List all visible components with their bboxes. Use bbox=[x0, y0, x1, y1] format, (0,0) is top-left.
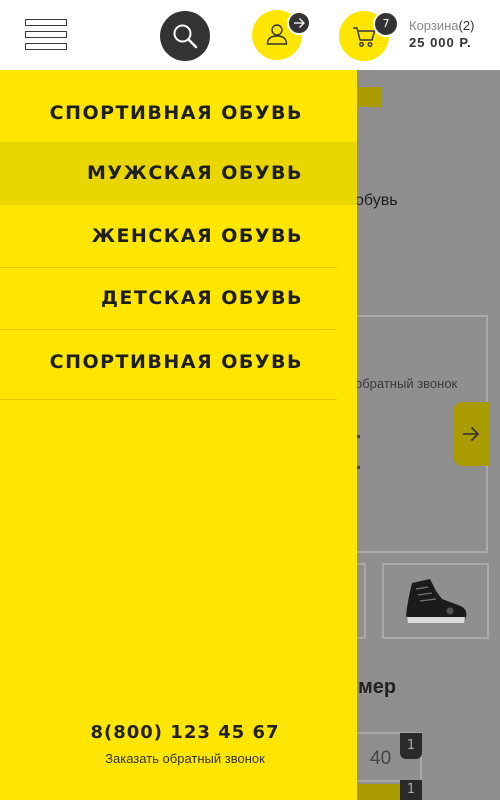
bg-callback-text: обратный звонок bbox=[355, 376, 458, 391]
bg-size-value: 40 bbox=[370, 748, 392, 769]
login-badge[interactable] bbox=[287, 11, 311, 35]
cart-count: (2) bbox=[458, 18, 475, 33]
menu-divider bbox=[0, 399, 337, 400]
search-icon bbox=[173, 24, 198, 49]
cart-label-text: Корзина bbox=[409, 18, 459, 33]
burger-menu-icon[interactable] bbox=[25, 19, 67, 51]
cart-label[interactable]: Корзина(2) bbox=[409, 18, 474, 33]
arrow-right-icon bbox=[294, 18, 305, 28]
sneaker-image bbox=[406, 579, 467, 623]
phone-number[interactable]: 8(800) 123 45 67 bbox=[0, 722, 370, 743]
bg-section-heading: мер bbox=[358, 676, 397, 698]
menu-item-sport-shoes-2[interactable]: СПОРТИВНАЯ ОБУВЬ bbox=[0, 330, 337, 399]
cart-badge: 7 bbox=[373, 11, 399, 37]
user-icon bbox=[266, 24, 288, 45]
bg-size-badge: 1 bbox=[400, 733, 422, 759]
search-button[interactable] bbox=[160, 11, 210, 61]
header: 7 Корзина(2) 25 000 Р. bbox=[0, 0, 500, 70]
bg-size-badge: 1 bbox=[400, 780, 422, 800]
bg-thumbnail bbox=[382, 563, 489, 639]
side-menu: СПОРТИВНАЯ ОБУВЬ МУЖСКАЯ ОБУВЬ ЖЕНСКАЯ О… bbox=[0, 70, 357, 800]
menu-item-women-shoes[interactable]: ЖЕНСКАЯ ОБУВЬ bbox=[0, 205, 337, 267]
callback-link[interactable]: Заказать обратный звонок bbox=[0, 751, 370, 766]
menu-item-men-shoes[interactable]: МУЖСКАЯ ОБУВЬ bbox=[0, 142, 357, 205]
bg-next-button bbox=[453, 402, 489, 466]
menu-item-kids-shoes[interactable]: ДЕТСКАЯ ОБУВЬ bbox=[0, 268, 337, 329]
cart-total: 25 000 Р. bbox=[409, 35, 472, 50]
menu-item-sport-shoes[interactable]: СПОРТИВНАЯ ОБУВЬ bbox=[0, 70, 337, 142]
cart-icon bbox=[353, 27, 376, 48]
bg-category-text: обувь bbox=[355, 192, 398, 209]
arrow-right-icon bbox=[463, 426, 480, 442]
